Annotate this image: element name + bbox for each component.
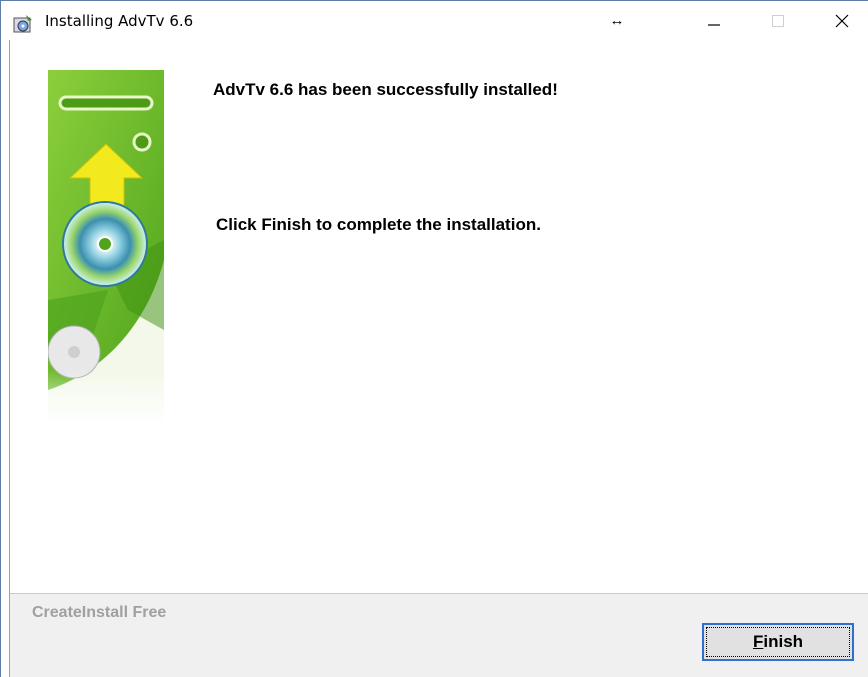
window-left-divider	[9, 40, 10, 677]
installer-footer: CreateInstall Free Finish	[10, 593, 868, 677]
install-success-heading: AdvTv 6.6 has been successfully installe…	[213, 80, 558, 99]
minimize-button[interactable]	[691, 1, 737, 41]
resize-arrow-icon: ↔	[609, 12, 625, 29]
close-button[interactable]	[819, 1, 865, 41]
finish-button[interactable]: Finish	[702, 623, 854, 661]
brand-label: CreateInstall Free	[32, 604, 167, 621]
finish-instruction-text: Click Finish to complete the installatio…	[216, 215, 541, 234]
window-title: Installing AdvTv 6.6	[45, 12, 194, 30]
maximize-icon	[772, 15, 784, 27]
installer-window: Installing AdvTv 6.6 ↔ AdvTv 6.6 has bee…	[0, 0, 868, 677]
maximize-button[interactable]	[755, 1, 801, 41]
installer-app-icon	[13, 15, 32, 33]
title-bar[interactable]: Installing AdvTv 6.6 ↔	[1, 0, 868, 40]
minimize-icon	[708, 24, 720, 26]
finish-button-mnemonic: F	[752, 632, 764, 651]
finish-button-label: inish	[763, 632, 804, 651]
installer-side-banner	[48, 70, 164, 425]
close-icon	[835, 14, 849, 28]
